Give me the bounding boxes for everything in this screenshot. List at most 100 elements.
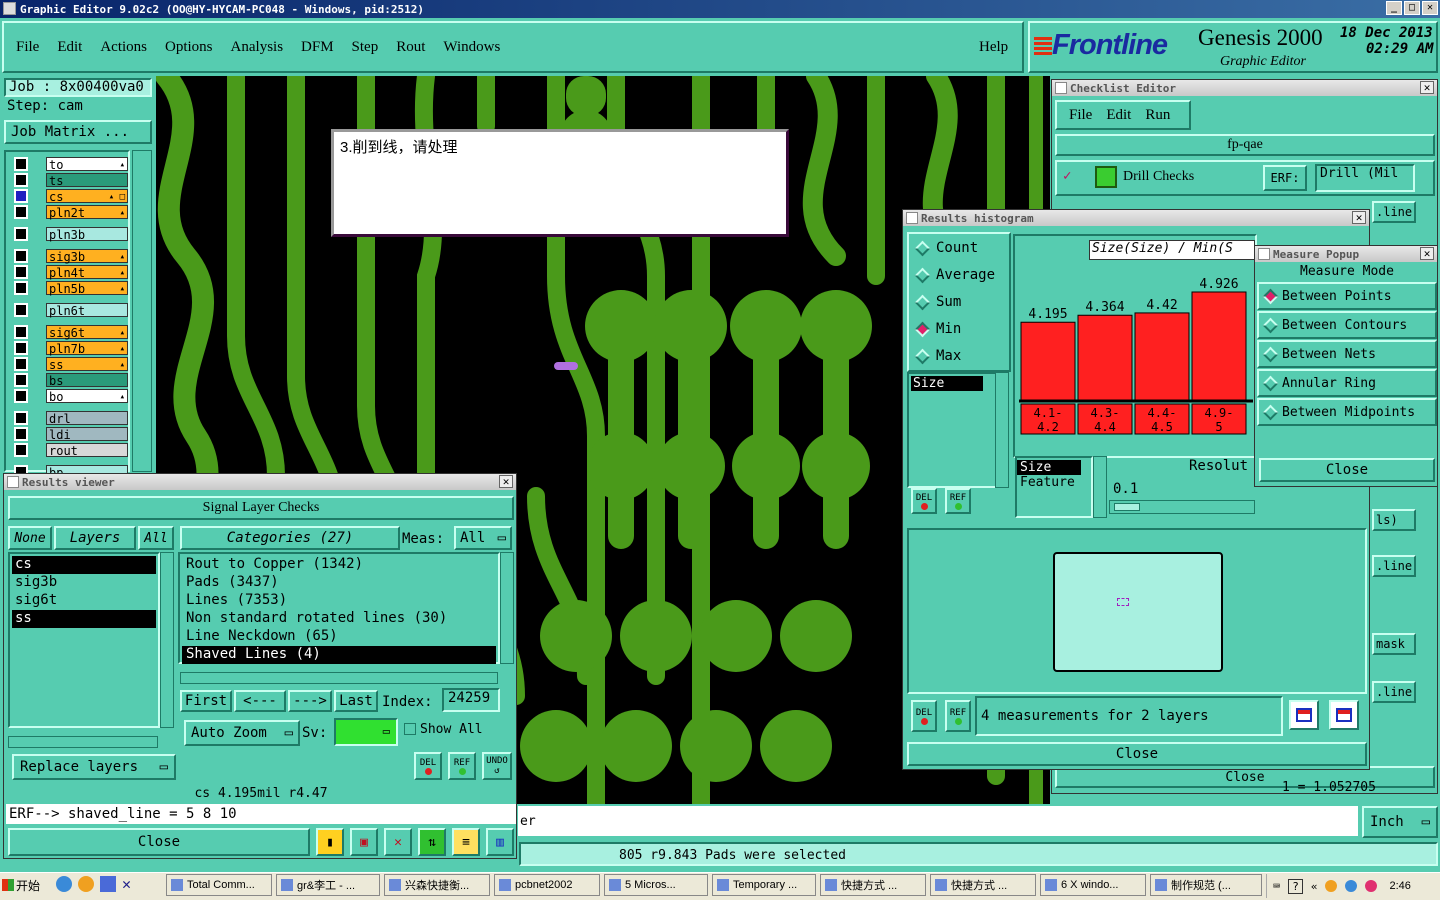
layer-checkbox[interactable] [14, 442, 28, 457]
none-button[interactable]: None [8, 526, 52, 550]
measure-close-button[interactable]: Close [1259, 458, 1435, 482]
category-item[interactable]: Non standard rotated lines (30) [182, 610, 496, 628]
layer-checkbox[interactable] [14, 188, 28, 203]
meas-select[interactable]: All ▭ [454, 526, 512, 550]
layer-row[interactable]: ss ▴ [14, 356, 128, 372]
layer-row[interactable]: pln6t [14, 302, 128, 318]
layer-name[interactable]: pln3b [46, 226, 128, 242]
layer-row[interactable]: pln3b [14, 226, 128, 242]
checklist-side-item[interactable]: ls) [1372, 509, 1416, 531]
sv-select[interactable]: ▭ [334, 718, 398, 746]
histogram-list-scroll[interactable] [995, 372, 1009, 488]
measure-option[interactable]: Between Contours [1257, 311, 1437, 339]
layer-row[interactable]: ldi [14, 426, 128, 442]
taskbar-item[interactable]: 快捷方式 ... [820, 874, 926, 896]
layer-checkbox[interactable] [14, 410, 28, 425]
replace-layers-select[interactable]: Replace layers ▭ [12, 754, 176, 780]
layer-checkbox[interactable] [14, 426, 28, 441]
layer-row[interactable]: rout [14, 442, 128, 458]
tray-app-icon-3[interactable] [1365, 880, 1378, 892]
layer-row[interactable]: pln2t ▴ [14, 204, 128, 220]
minimize-button[interactable]: _ [1386, 1, 1402, 15]
results-undo-button[interactable]: UNDO ↺ [482, 752, 512, 780]
layer-name[interactable]: pln6t [46, 302, 128, 318]
checklist-menu-run[interactable]: Run [1145, 107, 1170, 124]
tool-icon-5[interactable]: ≡ [452, 828, 480, 856]
mode-sum[interactable]: Sum [914, 294, 961, 310]
layer-name[interactable]: to ▴ [46, 156, 128, 172]
tool-icon-3[interactable]: ✕ [384, 828, 412, 856]
histogram-bar[interactable] [1134, 312, 1190, 401]
checklist-row[interactable]: ✓ Drill Checks ERF: Drill (Mil [1055, 160, 1435, 196]
feature-item[interactable]: Feature [1017, 475, 1091, 490]
close-button[interactable]: ✕ [1422, 1, 1438, 15]
categories-button[interactable]: Categories (27) [180, 526, 400, 550]
units-select[interactable]: Inch ▭ [1362, 806, 1438, 838]
histogram-del2-button[interactable]: DEL [911, 700, 937, 732]
layer-row[interactable]: bs [14, 372, 128, 388]
checklist-side-item[interactable]: .line... [1372, 201, 1416, 223]
layer-row[interactable]: pln5b ▴ [14, 280, 128, 296]
layer-checkbox[interactable] [14, 356, 28, 371]
checklist-side-item[interactable]: .line... [1372, 555, 1416, 577]
layer-row[interactable]: sig6t ▴ [14, 324, 128, 340]
mode-average[interactable]: Average [914, 267, 995, 283]
keyboard-icon[interactable]: ⌨ [1273, 879, 1280, 893]
help-icon[interactable]: ? [1288, 878, 1303, 894]
results-del-button[interactable]: DEL [414, 752, 442, 780]
layer-name[interactable]: sig6t ▴ [46, 324, 128, 340]
layer-row[interactable]: pln4t ▴ [14, 264, 128, 280]
menu-analysis[interactable]: Analysis [231, 39, 284, 56]
resolution-slider[interactable] [1109, 500, 1255, 514]
measure-option[interactable]: Annular Ring [1257, 369, 1437, 397]
layer-checkbox[interactable] [14, 156, 28, 171]
tool-icon-2[interactable]: ▣ [350, 828, 378, 856]
layer-checkbox[interactable] [14, 264, 28, 279]
taskbar-item[interactable]: 5 Micros... [604, 874, 708, 896]
results-layer-item[interactable]: sig6t [12, 592, 156, 610]
taskbar-item[interactable]: 兴森快捷衡... [384, 874, 490, 896]
layer-name[interactable]: rout [46, 442, 128, 458]
tool-icon-4[interactable]: ⇅ [418, 828, 446, 856]
layer-name[interactable]: pln4t ▴ [46, 264, 128, 280]
layer-checkbox[interactable] [14, 280, 28, 295]
measure-option[interactable]: Between Points [1257, 282, 1437, 310]
taskbar-item[interactable]: gr&李工 - ... [276, 874, 380, 896]
taskbar-item[interactable]: 快捷方式 ... [930, 874, 1036, 896]
layer-row[interactable]: sig3b ▴ [14, 248, 128, 264]
category-item[interactable]: Lines (7353) [182, 592, 496, 610]
layer-name[interactable]: bs [46, 372, 128, 388]
histogram-del-button[interactable]: DEL [911, 488, 937, 514]
first-button[interactable]: First [180, 690, 232, 712]
taskbar-item[interactable]: 6 X windo... [1040, 874, 1146, 896]
results-layer-item[interactable]: sig3b [12, 574, 156, 592]
menu-dfm[interactable]: DFM [301, 39, 334, 56]
results-layer-item[interactable]: cs [12, 556, 156, 574]
category-item[interactable]: Rout to Copper (1342) [182, 556, 496, 574]
layer-row[interactable]: cs ▴ □ [14, 188, 128, 204]
checklist-close-icon[interactable]: ✕ [1420, 81, 1434, 94]
results-layer-hscroll[interactable] [8, 736, 158, 748]
results-layer-item[interactable]: ss [12, 610, 156, 628]
menu-step[interactable]: Step [352, 39, 379, 56]
feature-item[interactable]: Size [1017, 460, 1081, 475]
layer-name[interactable]: bo ▴ [46, 388, 128, 404]
ie-icon[interactable] [56, 876, 72, 892]
layers-button[interactable]: Layers [54, 526, 136, 550]
category-item[interactable]: Pads (3437) [182, 574, 496, 592]
layer-checkbox[interactable] [14, 388, 28, 403]
menu-actions[interactable]: Actions [100, 39, 147, 56]
menu-rout[interactable]: Rout [396, 39, 425, 56]
category-item[interactable]: Line Neckdown (65) [182, 628, 496, 646]
chart-icon-button-1[interactable] [1289, 700, 1319, 730]
layer-checkbox[interactable] [14, 372, 28, 387]
layer-row[interactable]: ts [14, 172, 128, 188]
layer-checkbox[interactable] [14, 204, 28, 219]
layer-scrollbar[interactable] [132, 150, 152, 472]
clock-app-icon[interactable] [78, 876, 94, 892]
layer-checkbox[interactable] [14, 340, 28, 355]
taskbar-item[interactable]: 制作规范 (... [1150, 874, 1262, 896]
layer-name[interactable]: pln5b ▴ [46, 280, 128, 296]
results-close-icon[interactable]: ✕ [499, 475, 513, 488]
auto-zoom-select[interactable]: Auto Zoom ▭ [184, 720, 300, 746]
